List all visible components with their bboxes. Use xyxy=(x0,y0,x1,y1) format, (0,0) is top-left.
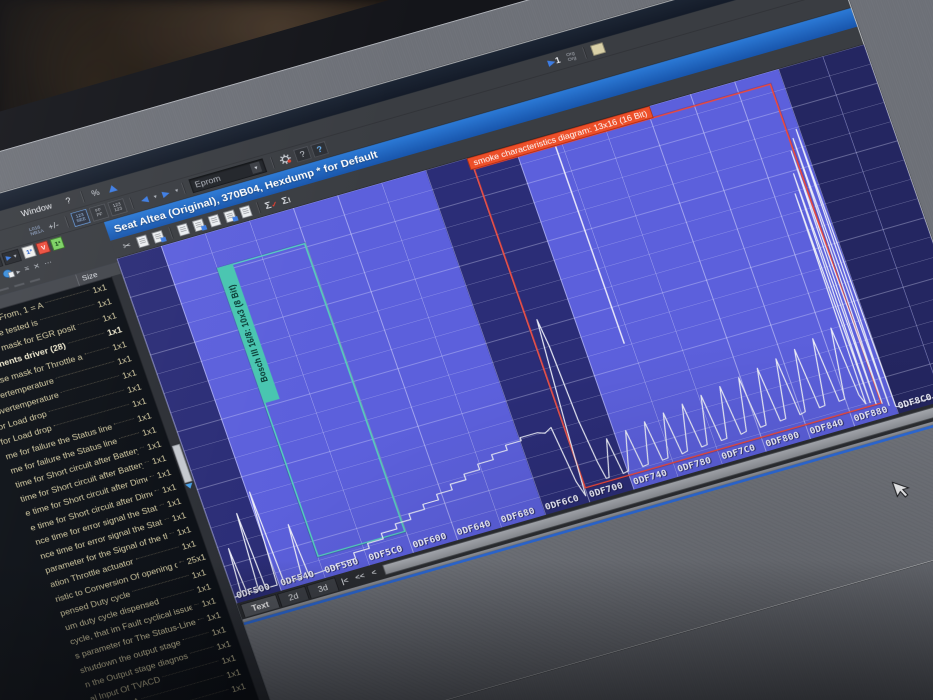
doc-sync-icon[interactable] xyxy=(223,209,237,223)
sigma-warning-icon[interactable]: Σ! xyxy=(280,194,292,206)
doc-down-icon[interactable] xyxy=(207,213,222,228)
doc-up-icon[interactable] xyxy=(191,218,206,232)
lo16-view-icon[interactable]: L016 NB1A xyxy=(27,222,46,238)
scroll-marker-icon xyxy=(185,482,194,490)
forward-dropdown-icon[interactable]: ▾ xyxy=(174,187,179,193)
paste-icon[interactable] xyxy=(151,229,166,244)
view-see-icon[interactable]: 123 SEE xyxy=(70,208,91,228)
mouse-cursor xyxy=(891,481,910,498)
menu-help[interactable]: ? xyxy=(57,192,80,210)
doc-export-icon[interactable] xyxy=(238,204,253,219)
version-two-icon[interactable]: 1² xyxy=(50,236,66,251)
swatch-icon[interactable] xyxy=(588,41,607,57)
back-arrow-icon[interactable]: ◀ xyxy=(135,191,154,207)
version-one-icon[interactable]: 1² xyxy=(21,244,37,259)
view-grid-icon[interactable]: 123 123 xyxy=(107,198,128,217)
doc-tool-icon[interactable] xyxy=(176,222,190,237)
globe-document-icon[interactable] xyxy=(1,267,16,282)
version-v-icon[interactable]: V xyxy=(35,240,52,255)
cut-icon[interactable]: ✂ xyxy=(119,238,136,253)
eprom-combobox-value: Eprom xyxy=(193,173,222,190)
delta-icon[interactable] xyxy=(103,180,122,196)
plus-minus-icon[interactable]: +/- xyxy=(44,217,63,233)
gear-icon[interactable] xyxy=(276,151,295,167)
play-one-icon[interactable]: ▶ 1 xyxy=(545,53,564,69)
forward-arrow-icon[interactable]: ▶ xyxy=(157,185,176,201)
chevron-down-icon: ▾ xyxy=(249,161,263,174)
screen-plane: Window ? % ▶ 1 Org Org L016 NB1A +/- 123… xyxy=(0,0,933,700)
winols-app-window: Window ? % ▶ 1 Org Org L016 NB1A +/- 123… xyxy=(0,0,933,700)
copy-icon[interactable] xyxy=(135,234,150,248)
close-icon[interactable]: ✕ xyxy=(32,261,41,271)
percent-icon[interactable]: % xyxy=(86,185,105,201)
photographed-monitor: Window ? % ▶ 1 Org Org L016 NB1A +/- 123… xyxy=(0,0,933,700)
help-chip-icon[interactable]: ? xyxy=(293,146,312,163)
play-icon[interactable]: ▸ xyxy=(15,267,22,276)
nav-prev-button[interactable]: < xyxy=(366,566,381,579)
context-help-icon[interactable]: ? xyxy=(310,141,329,158)
view-ff-icon[interactable]: FF PF xyxy=(88,203,110,222)
sigma-check-icon[interactable]: Σ✓ xyxy=(263,197,279,211)
back-dropdown-icon[interactable]: ▾ xyxy=(153,193,158,199)
org-stack-icon[interactable]: Org Org xyxy=(562,49,581,65)
overflow-dots-icon[interactable]: ⋯ xyxy=(43,258,53,268)
menu-lines-icon[interactable]: ≡ xyxy=(23,264,30,273)
